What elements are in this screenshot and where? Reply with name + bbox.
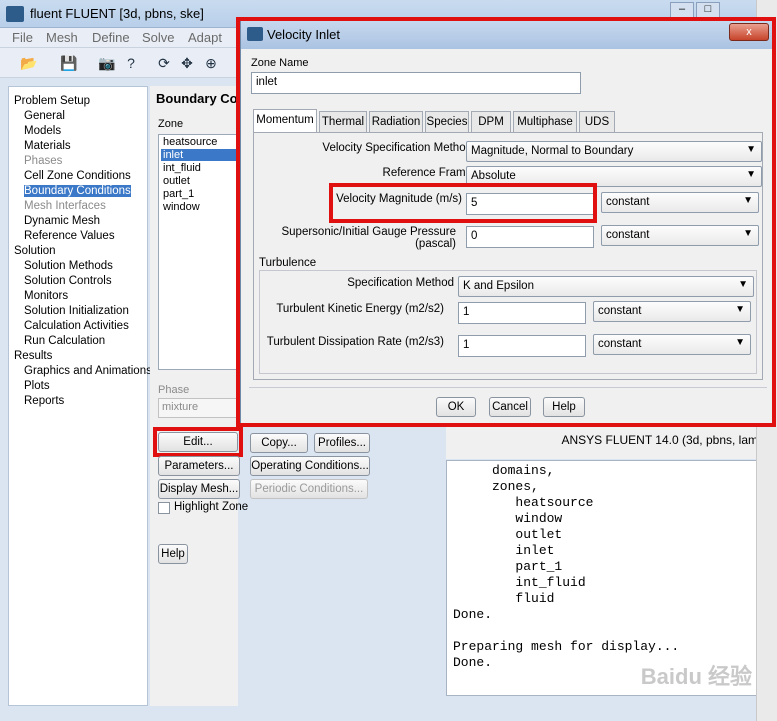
- nav-item-label: Reports: [24, 395, 65, 407]
- menu-file[interactable]: File: [12, 30, 33, 45]
- watermark-logo: Baidu 经验: [640, 664, 752, 689]
- periodic-conditions-button: Periodic Conditions...: [250, 479, 368, 499]
- camera-icon[interactable]: 📷: [98, 54, 116, 72]
- console-text: domains, zones, heatsource window outlet…: [453, 463, 680, 670]
- nav-item-label: Phases: [24, 155, 63, 167]
- nav-item[interactable]: Cell Zone Conditions: [24, 170, 131, 182]
- nav-item[interactable]: Models: [24, 125, 61, 137]
- nav-item-label: Materials: [24, 140, 71, 152]
- menu-mesh[interactable]: Mesh: [46, 30, 78, 45]
- menu-solve[interactable]: Solve: [142, 30, 175, 45]
- highlight-zone-checkbox[interactable]: [158, 502, 170, 514]
- nav-item[interactable]: Monitors: [24, 290, 68, 302]
- phase-label: Phase: [158, 384, 190, 396]
- nav-item[interactable]: Mesh Interfaces: [24, 200, 106, 212]
- open-folder-icon[interactable]: 📂: [20, 54, 38, 72]
- nav-item[interactable]: Problem Setup: [14, 95, 90, 107]
- navigation-pane: Problem Setup General Models Materials Phase…: [8, 86, 152, 706]
- display-mesh-button[interactable]: Display Mesh...: [158, 479, 240, 499]
- save-icon[interactable]: 💾: [60, 54, 78, 72]
- panel-title: Boundary Co: [156, 91, 238, 106]
- nav-item[interactable]: Reference Values: [24, 230, 115, 242]
- copy-button[interactable]: Copy...: [250, 433, 308, 453]
- nav-item-label: Graphics and Animations: [24, 365, 152, 377]
- parameters-button[interactable]: Parameters...: [158, 456, 240, 476]
- nav-item[interactable]: Graphics and Animations: [24, 365, 152, 377]
- phase-select: mixture: [158, 398, 238, 418]
- nav-item-label: Models: [24, 125, 62, 137]
- profiles-button[interactable]: Profiles...: [314, 433, 370, 453]
- zone-list-item[interactable]: window: [163, 201, 200, 213]
- zone-list-item[interactable]: outlet: [163, 175, 190, 187]
- nav-item-label: Run Calculation: [24, 335, 106, 347]
- highlight-zone-label: Highlight Zone: [174, 501, 249, 513]
- nav-item[interactable]: Calculation Activities: [24, 320, 129, 332]
- zone-list[interactable]: heatsource inlet int_fluid outlet part_1 wind…: [158, 134, 239, 370]
- nav-item-label: Monitors: [24, 290, 69, 302]
- fluent-logo-icon: [6, 6, 24, 22]
- menu-adapt[interactable]: Adapt: [188, 30, 222, 45]
- nav-item-label: Results: [14, 350, 53, 362]
- nav-item[interactable]: Run Calculation: [24, 335, 105, 347]
- nav-item[interactable]: Boundary Conditions: [24, 185, 131, 197]
- nav-item-label: Dynamic Mesh: [24, 215, 101, 227]
- operating-conditions-button[interactable]: Operating Conditions...: [250, 456, 370, 476]
- nav-item[interactable]: Solution Controls: [24, 275, 112, 287]
- nav-item-label: Mesh Interfaces: [24, 200, 106, 212]
- zoom-icon[interactable]: ⊕: [202, 54, 220, 72]
- nav-item[interactable]: Plots: [24, 380, 50, 392]
- nav-item-label: Boundary Conditions: [24, 185, 131, 197]
- help-icon[interactable]: ?: [122, 54, 140, 72]
- nav-item[interactable]: Reports: [24, 395, 64, 407]
- nav-item[interactable]: Phases: [24, 155, 62, 167]
- edit-highlight-box: [153, 427, 243, 457]
- menu-define[interactable]: Define: [92, 30, 130, 45]
- console-header: ANSYS FLUENT 14.0 (3d, pbns, lam): [446, 427, 768, 459]
- console-version: ANSYS FLUENT 14.0 (3d, pbns, lam): [561, 433, 762, 447]
- nav-item-label: Reference Values: [24, 230, 115, 242]
- nav-item[interactable]: Materials: [24, 140, 71, 152]
- zone-list-item[interactable]: inlet: [161, 149, 239, 161]
- rotate-icon[interactable]: ⟳: [155, 54, 173, 72]
- nav-item-label: Solution Initialization: [24, 305, 129, 317]
- zone-label: Zone: [158, 118, 184, 130]
- nav-item[interactable]: Solution: [14, 245, 56, 257]
- nav-item[interactable]: Solution Methods: [24, 260, 113, 272]
- nav-item-label: Solution Controls: [24, 275, 112, 287]
- zone-list-item[interactable]: int_fluid: [163, 162, 201, 174]
- nav-item[interactable]: Dynamic Mesh: [24, 215, 100, 227]
- zone-list-item[interactable]: part_1: [163, 188, 194, 200]
- velocity-magnitude-highlight-box: [329, 183, 597, 223]
- nav-item-label: Plots: [24, 380, 50, 392]
- bc-help-button[interactable]: Help: [158, 544, 188, 564]
- zone-list-item[interactable]: heatsource: [163, 136, 217, 148]
- nav-item-label: General: [24, 110, 65, 122]
- window-title: fluent FLUENT [3d, pbns, ske]: [30, 6, 204, 21]
- pan-icon[interactable]: ✥: [178, 54, 196, 72]
- nav-item-label: Solution: [14, 245, 56, 257]
- nav-item-label: Solution Methods: [24, 260, 113, 272]
- nav-item[interactable]: General: [24, 110, 65, 122]
- nav-item-label: Problem Setup: [14, 95, 91, 107]
- nav-item[interactable]: Solution Initialization: [24, 305, 129, 317]
- nav-item-label: Cell Zone Conditions: [24, 170, 131, 182]
- nav-item[interactable]: Results: [14, 350, 52, 362]
- nav-item-label: Calculation Activities: [24, 320, 129, 332]
